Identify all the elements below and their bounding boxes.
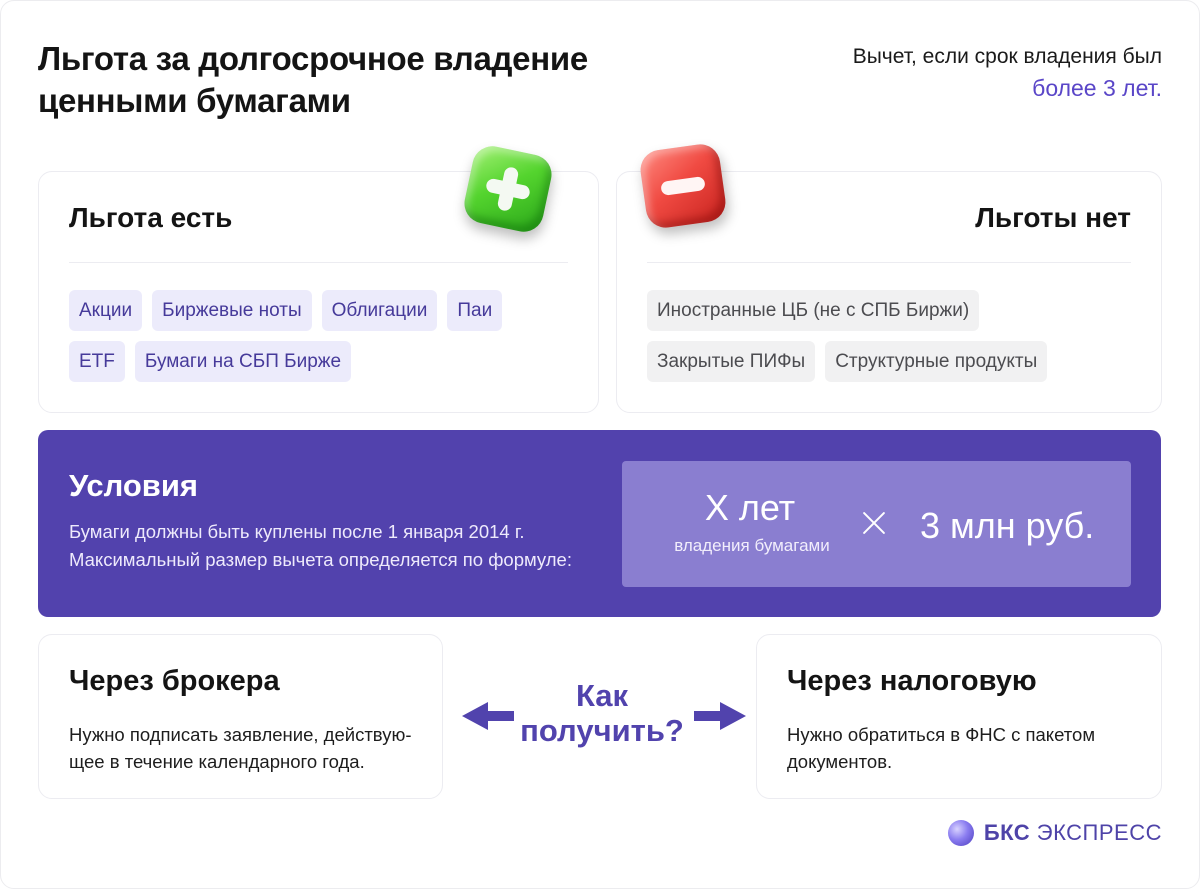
formula-amount: 3 млн руб. <box>920 505 1095 546</box>
tag: Биржевые ноты <box>152 290 312 331</box>
header-note: Вычет, если срок владения был более 3 ле… <box>762 42 1162 104</box>
via-tax-card: Через налоговую Нужно обратиться в ФНС с… <box>756 634 1162 799</box>
conditions-text: Бумаги должны быть куплены после 1 январ… <box>69 518 629 574</box>
formula-years-caption: владения бумагами <box>674 536 830 555</box>
formula-box: X лет владения бумагами 3 млн руб. <box>622 461 1131 587</box>
tag: Акции <box>69 290 143 331</box>
conditions-heading: Условия <box>69 468 198 503</box>
tag: Закрытые ПИФы <box>647 341 816 382</box>
multiply-icon <box>859 508 889 538</box>
via-tax-heading: Через налоговую <box>787 665 1037 697</box>
logo-text: БКС ЭКСПРЕСС <box>984 820 1162 846</box>
tag: Облигации <box>321 290 438 331</box>
brand-logo: БКС ЭКСПРЕСС <box>947 820 1162 846</box>
arrow-right-icon <box>694 702 746 730</box>
page-title: Льгота за долгосрочное владение ценными … <box>38 40 588 119</box>
plus-icon <box>460 142 556 236</box>
header-note-text: Вычет, если срок владения был <box>852 45 1162 68</box>
conditions-panel: Условия Бумаги должны быть куплены после… <box>38 430 1161 617</box>
minus-icon-bar <box>660 176 706 196</box>
via-broker-text: Нужно подписать заявление, действую-щее … <box>69 724 412 772</box>
tag: Паи <box>447 290 503 331</box>
benefit-no-tags: Иностранные ЦБ (не с СПБ Биржи) Закрытые… <box>647 290 1087 382</box>
via-broker-heading: Через брокера <box>69 665 280 697</box>
minus-icon <box>637 141 729 231</box>
conditions-line: Бумаги должны быть куплены после 1 январ… <box>69 521 525 542</box>
tag: Структурные продукты <box>825 341 1048 382</box>
tag: ETF <box>69 341 125 382</box>
benefit-yes-tags: Акции Биржевые ноты Облигации Паи ETF Бу… <box>69 290 539 382</box>
tag: Бумаги на СБП Бирже <box>134 341 352 382</box>
how-to-question: Как получить? <box>520 678 684 748</box>
conditions-line: Максимальный размер вычета определяется … <box>69 549 572 570</box>
tag: Иностранные ЦБ (не с СПБ Биржи) <box>647 290 980 331</box>
divider <box>69 262 568 263</box>
formula-years: X лет <box>704 487 796 528</box>
benefit-yes-heading: Льгота есть <box>69 202 233 233</box>
divider <box>647 262 1131 263</box>
header-note-accent: более 3 лет. <box>1032 75 1162 101</box>
logo-regular: ЭКСПРЕСС <box>1036 820 1162 845</box>
via-tax-text: Нужно обратиться в ФНС с пакетом докумен… <box>787 724 1096 772</box>
logo-bold: БКС <box>983 820 1031 845</box>
logo-mark-icon <box>947 820 974 846</box>
benefit-no-heading: Льготы нет <box>975 202 1131 233</box>
via-broker-card: Через брокера Нужно подписать заявление,… <box>38 634 443 799</box>
